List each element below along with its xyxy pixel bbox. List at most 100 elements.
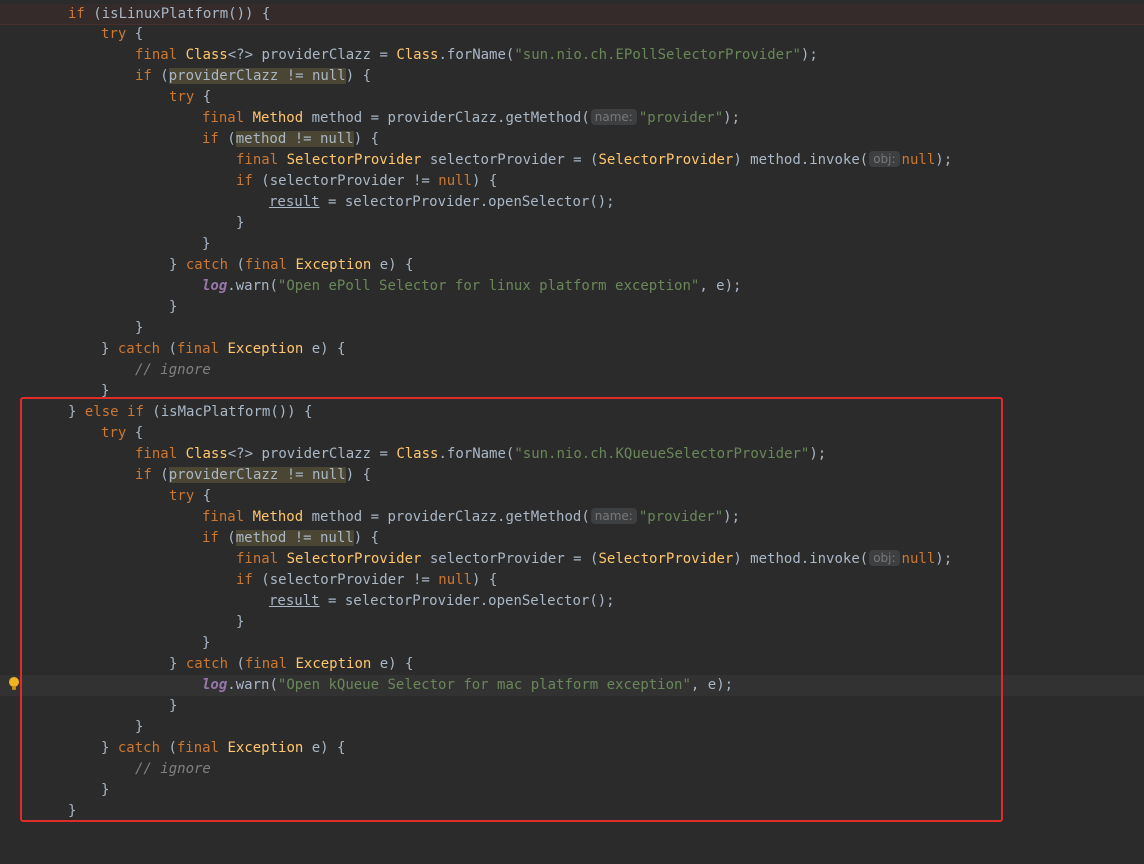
type-name: SelectorProvider: [286, 551, 422, 567]
type-name: SelectorProvider: [598, 152, 734, 168]
code-line[interactable]: // ignore: [0, 759, 1144, 780]
code-text: }: [236, 614, 245, 630]
code-line[interactable]: }: [0, 297, 1144, 318]
code-text: ) method.: [733, 551, 810, 567]
code-line[interactable]: if (selectorProvider != null) {: [0, 570, 1144, 591]
code-line[interactable]: }: [0, 381, 1144, 402]
code-line[interactable]: final SelectorProvider selectorProvider …: [0, 549, 1144, 570]
code-line[interactable]: if (method != null) {: [0, 528, 1144, 549]
code-line[interactable]: }: [0, 612, 1144, 633]
code-line[interactable]: } catch (final Exception e) {: [0, 738, 1144, 759]
code-line[interactable]: result = selectorProvider.openSelector()…: [0, 591, 1144, 612]
code-line[interactable]: }: [0, 318, 1144, 339]
code-text: <?> providerClazz =: [227, 47, 397, 63]
code-text: ) {: [472, 572, 498, 588]
code-line[interactable]: }: [0, 780, 1144, 801]
keyword: final: [202, 509, 245, 525]
code-text: (: [269, 677, 278, 693]
code-editor[interactable]: if (isLinuxPlatform()) { try { final Cla…: [0, 0, 1144, 829]
code-line[interactable]: }: [0, 696, 1144, 717]
code-line[interactable]: }: [0, 717, 1144, 738]
code-line[interactable]: result = selectorProvider.openSelector()…: [0, 192, 1144, 213]
code-text: {: [194, 488, 212, 504]
keyword: if: [202, 131, 219, 147]
code-line[interactable]: final SelectorProvider selectorProvider …: [0, 150, 1144, 171]
code-line[interactable]: final Class<?> providerClazz = Class.for…: [0, 444, 1144, 465]
type-name: Class: [396, 47, 439, 63]
code-line[interactable]: }: [0, 633, 1144, 654]
method-call: isMacPlatform: [160, 404, 271, 420]
code-text: ) method.: [733, 152, 810, 168]
keyword: null: [438, 173, 473, 189]
code-line[interactable]: final Class<?> providerClazz = Class.for…: [0, 45, 1144, 66]
keyword: final: [135, 446, 178, 462]
code-text: }: [135, 320, 144, 336]
keyword: final: [236, 152, 279, 168]
type-name: SelectorProvider: [286, 152, 422, 168]
method-call: warn: [235, 278, 270, 294]
type-name: Class: [185, 446, 228, 462]
code-line[interactable]: } catch (final Exception e) {: [0, 255, 1144, 276]
code-text: selectorProvider = (: [421, 551, 599, 567]
code-text: );: [723, 110, 740, 126]
code-text: .forName(: [438, 47, 515, 63]
code-line[interactable]: try {: [0, 87, 1144, 108]
code-text: (: [84, 6, 102, 22]
occurrence-highlight: providerClazz != null: [168, 68, 346, 84]
reassigned-variable: result: [269, 194, 320, 210]
code-line[interactable]: if (isLinuxPlatform()) {: [0, 4, 1144, 25]
keyword: if: [127, 404, 144, 420]
code-text: );: [800, 47, 818, 63]
method-call: openSelector: [488, 194, 590, 210]
parameter-hint: obj:: [869, 151, 900, 167]
keyword: catch: [185, 656, 229, 672]
code-text: (: [151, 68, 169, 84]
keyword: final: [176, 341, 220, 357]
code-line[interactable]: }: [0, 801, 1144, 822]
code-line[interactable]: } catch (final Exception e) {: [0, 339, 1144, 360]
code-text: }: [236, 215, 245, 231]
code-line[interactable]: final Method method = providerClazz.getM…: [0, 507, 1144, 528]
code-text: }: [169, 656, 186, 672]
code-line[interactable]: if (method != null) {: [0, 129, 1144, 150]
code-text: (: [218, 530, 236, 546]
keyword: catch: [117, 740, 161, 756]
code-text: (: [160, 740, 177, 756]
code-text: }: [169, 698, 178, 714]
method-call: openSelector: [488, 593, 590, 609]
code-text: (: [151, 467, 169, 483]
code-line[interactable]: // ignore: [0, 360, 1144, 381]
code-line[interactable]: }: [0, 213, 1144, 234]
code-line[interactable]: if (providerClazz != null) {: [0, 465, 1144, 486]
code-text: ) {: [353, 131, 380, 147]
code-line[interactable]: try {: [0, 423, 1144, 444]
code-text: }: [202, 635, 211, 651]
code-line[interactable]: }: [0, 234, 1144, 255]
method-call: invoke: [809, 551, 860, 567]
code-text: method = providerClazz.: [303, 110, 506, 126]
code-text: (: [581, 509, 590, 525]
code-line[interactable]: if (selectorProvider != null) {: [0, 171, 1144, 192]
string-literal: "provider": [638, 110, 724, 126]
string-literal: "provider": [638, 509, 724, 525]
string-literal: "Open ePoll Selector for linux platform …: [277, 278, 700, 294]
keyword: catch: [117, 341, 161, 357]
type-name: Exception: [295, 257, 372, 273]
code-line[interactable]: log.warn("Open ePoll Selector for linux …: [0, 276, 1144, 297]
keyword: final: [135, 47, 178, 63]
code-text: e) {: [371, 656, 414, 672]
parameter-hint: name:: [590, 508, 637, 524]
code-line[interactable]: if (providerClazz != null) {: [0, 66, 1144, 87]
code-line-current[interactable]: log.warn("Open kQueue Selector for mac p…: [0, 675, 1144, 696]
keyword: final: [244, 257, 288, 273]
code-line[interactable]: try {: [0, 24, 1144, 45]
code-text: (: [143, 404, 161, 420]
code-line[interactable]: try {: [0, 486, 1144, 507]
code-text: (: [581, 110, 590, 126]
code-text: ) {: [345, 68, 372, 84]
lightbulb-icon[interactable]: [9, 677, 19, 691]
code-line[interactable]: } else if (isMacPlatform()) {: [0, 402, 1144, 423]
code-line[interactable]: final Method method = providerClazz.getM…: [0, 108, 1144, 129]
code-line[interactable]: } catch (final Exception e) {: [0, 654, 1144, 675]
